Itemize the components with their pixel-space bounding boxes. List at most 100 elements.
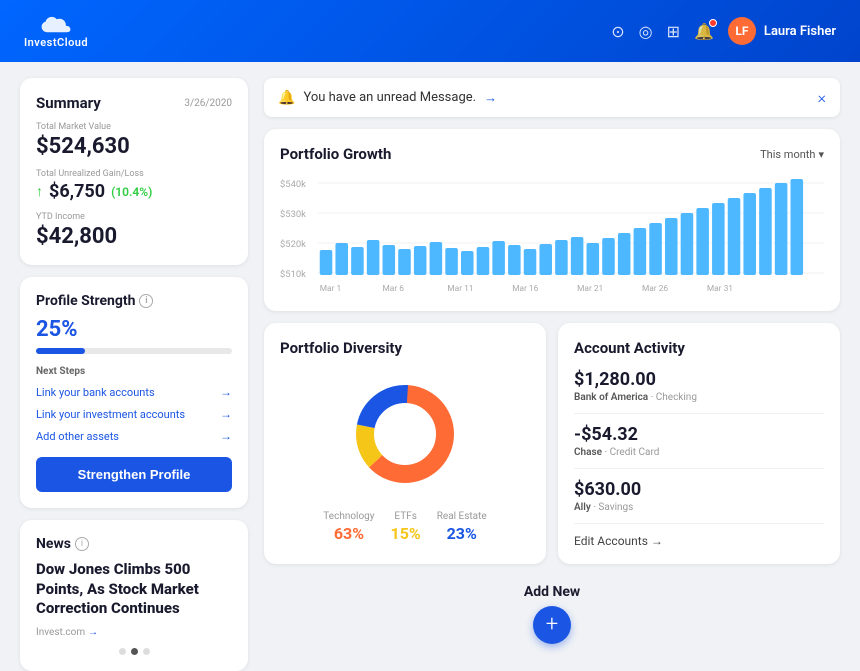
chase-amount: -$54.32 bbox=[574, 424, 824, 445]
progress-bar-fill bbox=[36, 348, 85, 354]
logo-text: InvestCloud bbox=[24, 36, 88, 49]
gain-value: $6,750 bbox=[49, 181, 105, 202]
gain-row: ↑ $6,750 (10.4%) bbox=[36, 181, 232, 202]
notification-content: 🔔 You have an unread Message. → bbox=[278, 90, 497, 106]
legend-real-estate: Real Estate 23% bbox=[437, 511, 487, 543]
chevron-down-icon: ▾ bbox=[818, 148, 824, 161]
bank-accounts-text: Link your bank accounts bbox=[36, 386, 155, 399]
news-headline: Dow Jones Climbs 500 Points, As Stock Ma… bbox=[36, 560, 232, 619]
real-estate-label: Real Estate bbox=[437, 511, 487, 522]
svg-text:Mar 26: Mar 26 bbox=[642, 283, 669, 293]
bank-accounts-arrow: → bbox=[220, 385, 232, 399]
boa-sub: Bank of America · Checking bbox=[574, 392, 824, 403]
header: InvestCloud ⊙ ◎ ⊞ 🔔 LF Laura Fisher bbox=[0, 0, 860, 62]
news-info-icon[interactable]: i bbox=[75, 537, 89, 551]
user-profile[interactable]: LF Laura Fisher bbox=[728, 17, 836, 45]
summary-title: Summary bbox=[36, 94, 101, 112]
next-steps-label: Next Steps bbox=[36, 366, 232, 377]
main-content: Summary 3/26/2020 Total Market Value $52… bbox=[0, 62, 860, 645]
notification-close-button[interactable]: × bbox=[818, 88, 826, 107]
donut-legend: Technology 63% ETFs 15% Real Estate 23% bbox=[323, 511, 486, 543]
news-pagination bbox=[36, 648, 232, 655]
summary-date: 3/26/2020 bbox=[184, 98, 232, 109]
market-value: $524,630 bbox=[36, 134, 232, 159]
legend-technology: Technology 63% bbox=[323, 511, 374, 543]
plus-icon: + bbox=[546, 614, 558, 636]
info-icon[interactable]: ◎ bbox=[639, 22, 653, 41]
account-item-ally: $630.00 Ally · Savings bbox=[574, 479, 824, 524]
investment-accounts-link[interactable]: Link your investment accounts → bbox=[36, 407, 232, 421]
ytd-label: YTD Income bbox=[36, 212, 232, 222]
summary-header: Summary 3/26/2020 bbox=[36, 94, 232, 112]
edit-accounts-link[interactable]: Edit Accounts → bbox=[574, 534, 824, 548]
portfolio-diversity-card: Portfolio Diversity bbox=[264, 323, 546, 564]
chart-title: Portfolio Growth bbox=[280, 145, 391, 163]
news-dot-1[interactable] bbox=[119, 648, 126, 655]
settings-icon[interactable]: ⊙ bbox=[611, 22, 624, 41]
news-dot-2[interactable] bbox=[131, 648, 138, 655]
profile-info-icon[interactable]: i bbox=[139, 294, 153, 308]
summary-card: Summary 3/26/2020 Total Market Value $52… bbox=[20, 78, 248, 265]
gain-arrow-icon: ↑ bbox=[36, 183, 43, 200]
news-source[interactable]: Invest.com → bbox=[36, 627, 232, 638]
svg-text:$510k: $510k bbox=[280, 269, 306, 280]
news-source-arrow: → bbox=[88, 627, 98, 638]
svg-text:$540k: $540k bbox=[280, 179, 306, 190]
other-assets-arrow: → bbox=[220, 429, 232, 443]
ytd-value: $42,800 bbox=[36, 224, 232, 249]
strengthen-profile-button[interactable]: Strengthen Profile bbox=[36, 457, 232, 492]
chart-header: Portfolio Growth This month ▾ bbox=[280, 145, 824, 163]
other-assets-link[interactable]: Add other assets → bbox=[36, 429, 232, 443]
unrealized-label: Total Unrealized Gain/Loss bbox=[36, 169, 232, 179]
bottom-row: Portfolio Diversity bbox=[264, 323, 840, 564]
notification-link[interactable]: → bbox=[484, 90, 497, 106]
portfolio-growth-card: Portfolio Growth This month ▾ $540k $530… bbox=[264, 129, 840, 311]
svg-text:Mar 16: Mar 16 bbox=[512, 283, 539, 293]
add-new-button[interactable]: + bbox=[533, 606, 571, 644]
donut-chart-area: Technology 63% ETFs 15% Real Estate 23% bbox=[280, 369, 530, 543]
gain-pct: (10.4%) bbox=[111, 185, 152, 199]
profile-strength-title: Profile Strength i bbox=[36, 293, 232, 309]
svg-text:Mar 11: Mar 11 bbox=[447, 283, 473, 293]
news-card: News i Dow Jones Climbs 500 Points, As S… bbox=[20, 520, 248, 671]
notification-bell-icon: 🔔 bbox=[278, 90, 295, 106]
svg-text:Mar 21: Mar 21 bbox=[577, 283, 603, 293]
header-right: ⊙ ◎ ⊞ 🔔 LF Laura Fisher bbox=[611, 17, 836, 45]
user-name: Laura Fisher bbox=[764, 24, 836, 39]
grid-icon[interactable]: ⊞ bbox=[667, 22, 680, 41]
notification-badge bbox=[709, 19, 717, 27]
donut-chart bbox=[340, 369, 470, 499]
chart-period-selector[interactable]: This month ▾ bbox=[760, 148, 824, 161]
account-activity-title: Account Activity bbox=[574, 339, 824, 357]
real-estate-pct: 23% bbox=[447, 524, 477, 543]
strength-percentage: 25% bbox=[36, 317, 232, 342]
bank-accounts-link[interactable]: Link your bank accounts → bbox=[36, 385, 232, 399]
other-assets-text: Add other assets bbox=[36, 430, 119, 443]
ally-amount: $630.00 bbox=[574, 479, 824, 500]
notification-icon[interactable]: 🔔 bbox=[694, 22, 714, 41]
svg-text:Mar 6: Mar 6 bbox=[383, 283, 405, 293]
svg-text:Mar 1: Mar 1 bbox=[320, 283, 341, 293]
news-title-row: News i bbox=[36, 536, 232, 552]
etfs-pct: 15% bbox=[391, 524, 421, 543]
account-activity-card: Account Activity $1,280.00 Bank of Ameri… bbox=[558, 323, 840, 564]
svg-text:Mar 31: Mar 31 bbox=[707, 283, 733, 293]
account-item-boa: $1,280.00 Bank of America · Checking bbox=[574, 369, 824, 414]
notification-bar: 🔔 You have an unread Message. → × bbox=[264, 78, 840, 117]
news-title: News bbox=[36, 536, 71, 552]
news-dot-3[interactable] bbox=[143, 648, 150, 655]
diversity-title: Portfolio Diversity bbox=[280, 339, 530, 357]
portfolio-growth-chart: $540k $530k $520k $510k bbox=[280, 175, 824, 295]
investment-accounts-text: Link your investment accounts bbox=[36, 408, 185, 421]
chase-sub: Chase · Credit Card bbox=[574, 447, 824, 458]
svg-text:$520k: $520k bbox=[280, 239, 306, 250]
progress-bar-background bbox=[36, 348, 232, 354]
account-item-chase: -$54.32 Chase · Credit Card bbox=[574, 424, 824, 469]
ally-sub: Ally · Savings bbox=[574, 502, 824, 513]
technology-pct: 63% bbox=[334, 524, 364, 543]
boa-amount: $1,280.00 bbox=[574, 369, 824, 390]
svg-text:$530k: $530k bbox=[280, 209, 306, 220]
notification-text: You have an unread Message. bbox=[303, 90, 476, 105]
logo: InvestCloud bbox=[24, 14, 88, 49]
legend-etfs: ETFs 15% bbox=[391, 511, 421, 543]
